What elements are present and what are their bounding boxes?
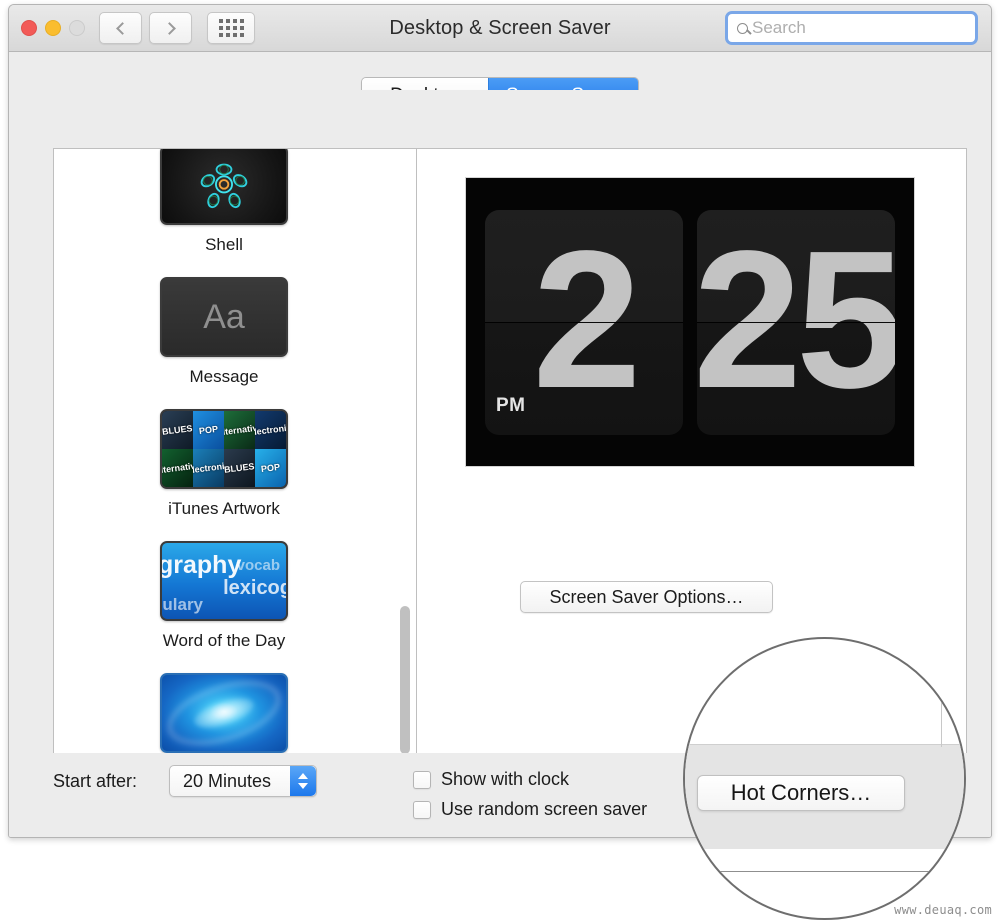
magnified-window-border <box>685 871 964 872</box>
checkbox-box[interactable] <box>413 770 431 789</box>
start-after-popup[interactable]: 20 Minutes <box>169 765 317 797</box>
album-tile: BLUES <box>162 411 193 449</box>
screen-saver-thumbnail-itunes-artwork: BLUES POP Alternative electronic Alterna… <box>160 409 288 489</box>
magnified-hot-corners-button[interactable]: Hot Corners… <box>697 775 905 811</box>
screen-saver-thumbnail-word-of-the-day: graphy vocab lexicog bulary <box>160 541 288 621</box>
list-item[interactable]: BLUES POP Alternative electronic Alterna… <box>54 409 394 521</box>
checkbox-label: Use random screen saver <box>441 799 648 819</box>
search-field[interactable]: Search <box>725 11 978 45</box>
album-tile: electronic <box>255 411 286 449</box>
screen-saver-list[interactable]: Shell Aa Message BLUES POP Alternative e… <box>53 148 416 754</box>
screen-saver-items: Shell Aa Message BLUES POP Alternative e… <box>54 149 394 753</box>
album-tile: Alternative <box>162 449 193 487</box>
clock-card-minutes: 25 <box>697 209 895 435</box>
start-after-label: Start after: <box>53 771 138 791</box>
list-item[interactable]: graphy vocab lexicog bulary Word of the … <box>54 541 394 653</box>
list-scrollbar[interactable] <box>399 151 411 753</box>
clock-meridiem: PM <box>496 394 526 416</box>
message-glyph: Aa <box>203 297 245 336</box>
album-tile: electronic <box>193 449 224 487</box>
list-item-label: Message <box>189 367 259 386</box>
list-item-label: Shell <box>205 235 243 254</box>
wotd-word: vocab <box>236 557 280 574</box>
album-tile: BLUES <box>224 449 255 487</box>
shell-fractal-icon <box>200 163 248 209</box>
show-with-clock-checkbox[interactable]: Show with clock <box>413 769 569 790</box>
screenshot-root: Desktop & Screen Saver Search Desktop Sc… <box>0 0 1000 923</box>
screen-saver-thumbnail-shell <box>160 149 288 225</box>
clock-hour: 2 <box>532 210 641 429</box>
search-placeholder: Search <box>752 18 806 37</box>
list-item[interactable]: Shell <box>54 149 394 257</box>
album-tile: POP <box>255 449 286 487</box>
wotd-word: bulary <box>162 595 204 614</box>
scrollbar-thumb[interactable] <box>400 606 410 753</box>
magnifier-callout: Hot Corners… <box>683 637 966 920</box>
watermark: www.deuaq.com <box>894 903 992 917</box>
screen-saver-options-button[interactable]: Screen Saver Options… <box>520 581 773 613</box>
album-tile: POP <box>193 411 224 449</box>
album-tile: Alternative <box>224 411 255 449</box>
screen-saver-thumbnail-message: Aa <box>160 277 288 357</box>
checkbox-box[interactable] <box>413 800 431 819</box>
search-icon <box>737 22 748 34</box>
list-item[interactable]: Aa Message <box>54 277 394 389</box>
list-item-selected[interactable]: Fliqlo <box>54 673 394 753</box>
screen-saver-preview: 2 PM 25 <box>465 177 915 467</box>
list-item-label: iTunes Artwork <box>168 499 280 518</box>
start-after-value: 20 Minutes <box>183 770 272 791</box>
wotd-word: graphy <box>160 551 242 579</box>
clock-minutes: 25 <box>697 210 895 429</box>
stepper-icon[interactable] <box>290 766 316 796</box>
checkbox-label: Show with clock <box>441 769 570 789</box>
list-item-label: Word of the Day <box>162 631 286 650</box>
use-random-screen-saver-checkbox[interactable]: Use random screen saver <box>413 799 647 820</box>
clock-card-hour: 2 PM <box>485 209 683 435</box>
window-titlebar: Desktop & Screen Saver Search <box>9 5 991 52</box>
screen-saver-thumbnail-fliqlo <box>160 673 288 753</box>
magnified-panel-edge <box>941 639 942 747</box>
wotd-word: lexicog <box>223 577 288 599</box>
